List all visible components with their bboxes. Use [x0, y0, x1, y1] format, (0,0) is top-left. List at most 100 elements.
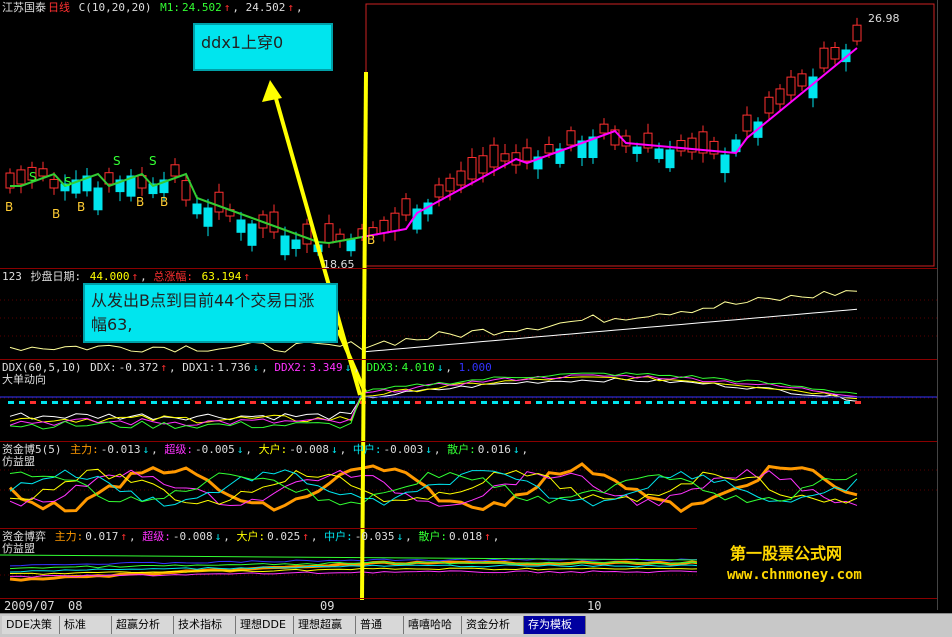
chaoji-label: 超级: [164, 443, 193, 456]
ddx-bar [294, 401, 300, 404]
ddx-bar [349, 401, 355, 404]
ddx-bar [800, 401, 806, 404]
ddx-bar [569, 401, 575, 404]
down-arrow-icon: ↓ [214, 530, 222, 543]
tab-1[interactable]: 标准 [60, 616, 112, 634]
candle-body [599, 123, 609, 134]
ddx-bar [327, 401, 333, 404]
ddx-bar [52, 401, 58, 404]
time-label-oct: 10 [587, 599, 602, 613]
sanhu-value: 0.016 [477, 443, 511, 456]
dahu-value: -0.008 [289, 443, 329, 456]
buy-signal-mark: B [77, 200, 86, 214]
ddx-bar [701, 401, 707, 404]
ddx-bar [283, 401, 289, 404]
ddx-bar [635, 401, 641, 404]
down-arrow-icon: ↓ [512, 443, 520, 456]
ddx-ref-value: 1.000 [458, 361, 492, 374]
candle-body [247, 223, 257, 246]
chaoji-value: -0.008 [172, 530, 213, 543]
ddx-bar [668, 401, 674, 404]
ddx1-value: 1.736 [217, 361, 251, 374]
up-arrow-icon: ↑ [243, 270, 250, 283]
ddx-bar [712, 401, 718, 404]
template-tab-bar: DDE决策 标准 超赢分析 技术指标 理想DDE 理想超赢 普通 嘻嘻哈哈 资金分析 存为模板 [0, 613, 952, 637]
zhuli-value: -0.013 [100, 443, 141, 456]
tab-5[interactable]: 理想超赢 [294, 616, 356, 634]
arrow-head-icon [262, 80, 282, 102]
pane4-header: 资金博5(5) 主力: -0.013 ↓, 超级: -0.005 ↓, 大户: -0.00… [2, 443, 529, 456]
candle-body [401, 198, 411, 216]
ddx-bar [646, 401, 652, 404]
candle-body [566, 130, 576, 146]
pane4-subtitle: 仿益盟 [2, 455, 35, 468]
candle-body [434, 184, 444, 198]
ddx-bar [173, 401, 179, 404]
ddx-bar [426, 401, 432, 404]
up-arrow-icon: ↑ [484, 530, 491, 543]
candle-body [390, 212, 400, 232]
ddx-bar [74, 401, 80, 404]
fund-flow-line [9, 471, 858, 506]
tab-8[interactable]: 资金分析 [462, 616, 524, 634]
up-arrow-icon: ↑ [120, 530, 127, 543]
vertical-scrollbar[interactable] [937, 0, 952, 610]
down-arrow-icon: ↓ [344, 361, 352, 374]
candle-body [38, 168, 48, 177]
sanhu-label: 散户: [418, 530, 447, 543]
candle-body [291, 239, 301, 249]
ddx3-label: DDX3: [366, 361, 400, 374]
tab-2[interactable]: 超赢分析 [112, 616, 174, 634]
ddx-bar [338, 401, 344, 404]
ddx-bar [547, 401, 553, 404]
ddx-bar [305, 401, 311, 404]
down-arrow-icon: ↓ [252, 361, 260, 374]
ddx-bar [525, 401, 531, 404]
ddx-bar [459, 401, 465, 404]
zhuli-label: 主力: [54, 530, 84, 543]
candle-body [500, 153, 510, 162]
sell-signal-mark: S [149, 154, 157, 168]
tab-6[interactable]: 普通 [356, 616, 404, 634]
zhonghu-value: -0.003 [383, 443, 424, 456]
down-arrow-icon: ↓ [436, 361, 444, 374]
candle-body [830, 46, 840, 60]
pane-divider [0, 359, 937, 360]
ddx-label: DDX: [90, 361, 117, 374]
candle-body [269, 211, 279, 233]
up-arrow-icon: ↑ [302, 530, 309, 543]
ddx-bar [217, 401, 223, 404]
zhuli-value: 0.017 [85, 530, 119, 543]
ddx-bar [250, 401, 256, 404]
ddx-bar [470, 401, 476, 404]
ddx-bar [272, 401, 278, 404]
ddx-bar [536, 401, 542, 404]
ddx-bar [591, 401, 597, 404]
watermark-url: www.chnmoney.com [727, 567, 862, 583]
candle-body [16, 169, 26, 185]
tab-9[interactable]: 存为模板 [524, 616, 586, 634]
candle-body [324, 223, 334, 244]
ddx-line [9, 374, 858, 426]
candle-body [775, 88, 785, 105]
ddx-bar [30, 401, 36, 404]
ddx-bar [492, 401, 498, 404]
pane2-days-value: 44.000 [89, 270, 130, 283]
ddx-bar [514, 401, 520, 404]
ddx-bar [415, 401, 421, 404]
candle-body [302, 223, 312, 245]
buy-signal-mark: B [136, 195, 145, 209]
tab-0[interactable]: DDE决策 [2, 616, 60, 634]
buy-signal-mark: B [367, 233, 376, 247]
chaoji-label: 超级: [142, 530, 171, 543]
candle-body [467, 157, 477, 180]
ddx-bar [8, 401, 14, 404]
time-label-aug: 08 [68, 599, 83, 613]
down-arrow-icon: ↓ [425, 443, 432, 456]
ddx-bar [855, 401, 861, 404]
sell-signal-mark: S [29, 170, 37, 184]
tab-4[interactable]: 理想DDE [236, 616, 294, 634]
tab-7[interactable]: 嘻嘻哈哈 [404, 616, 462, 634]
tab-3[interactable]: 技术指标 [174, 616, 236, 634]
ddx-bar [833, 401, 839, 404]
